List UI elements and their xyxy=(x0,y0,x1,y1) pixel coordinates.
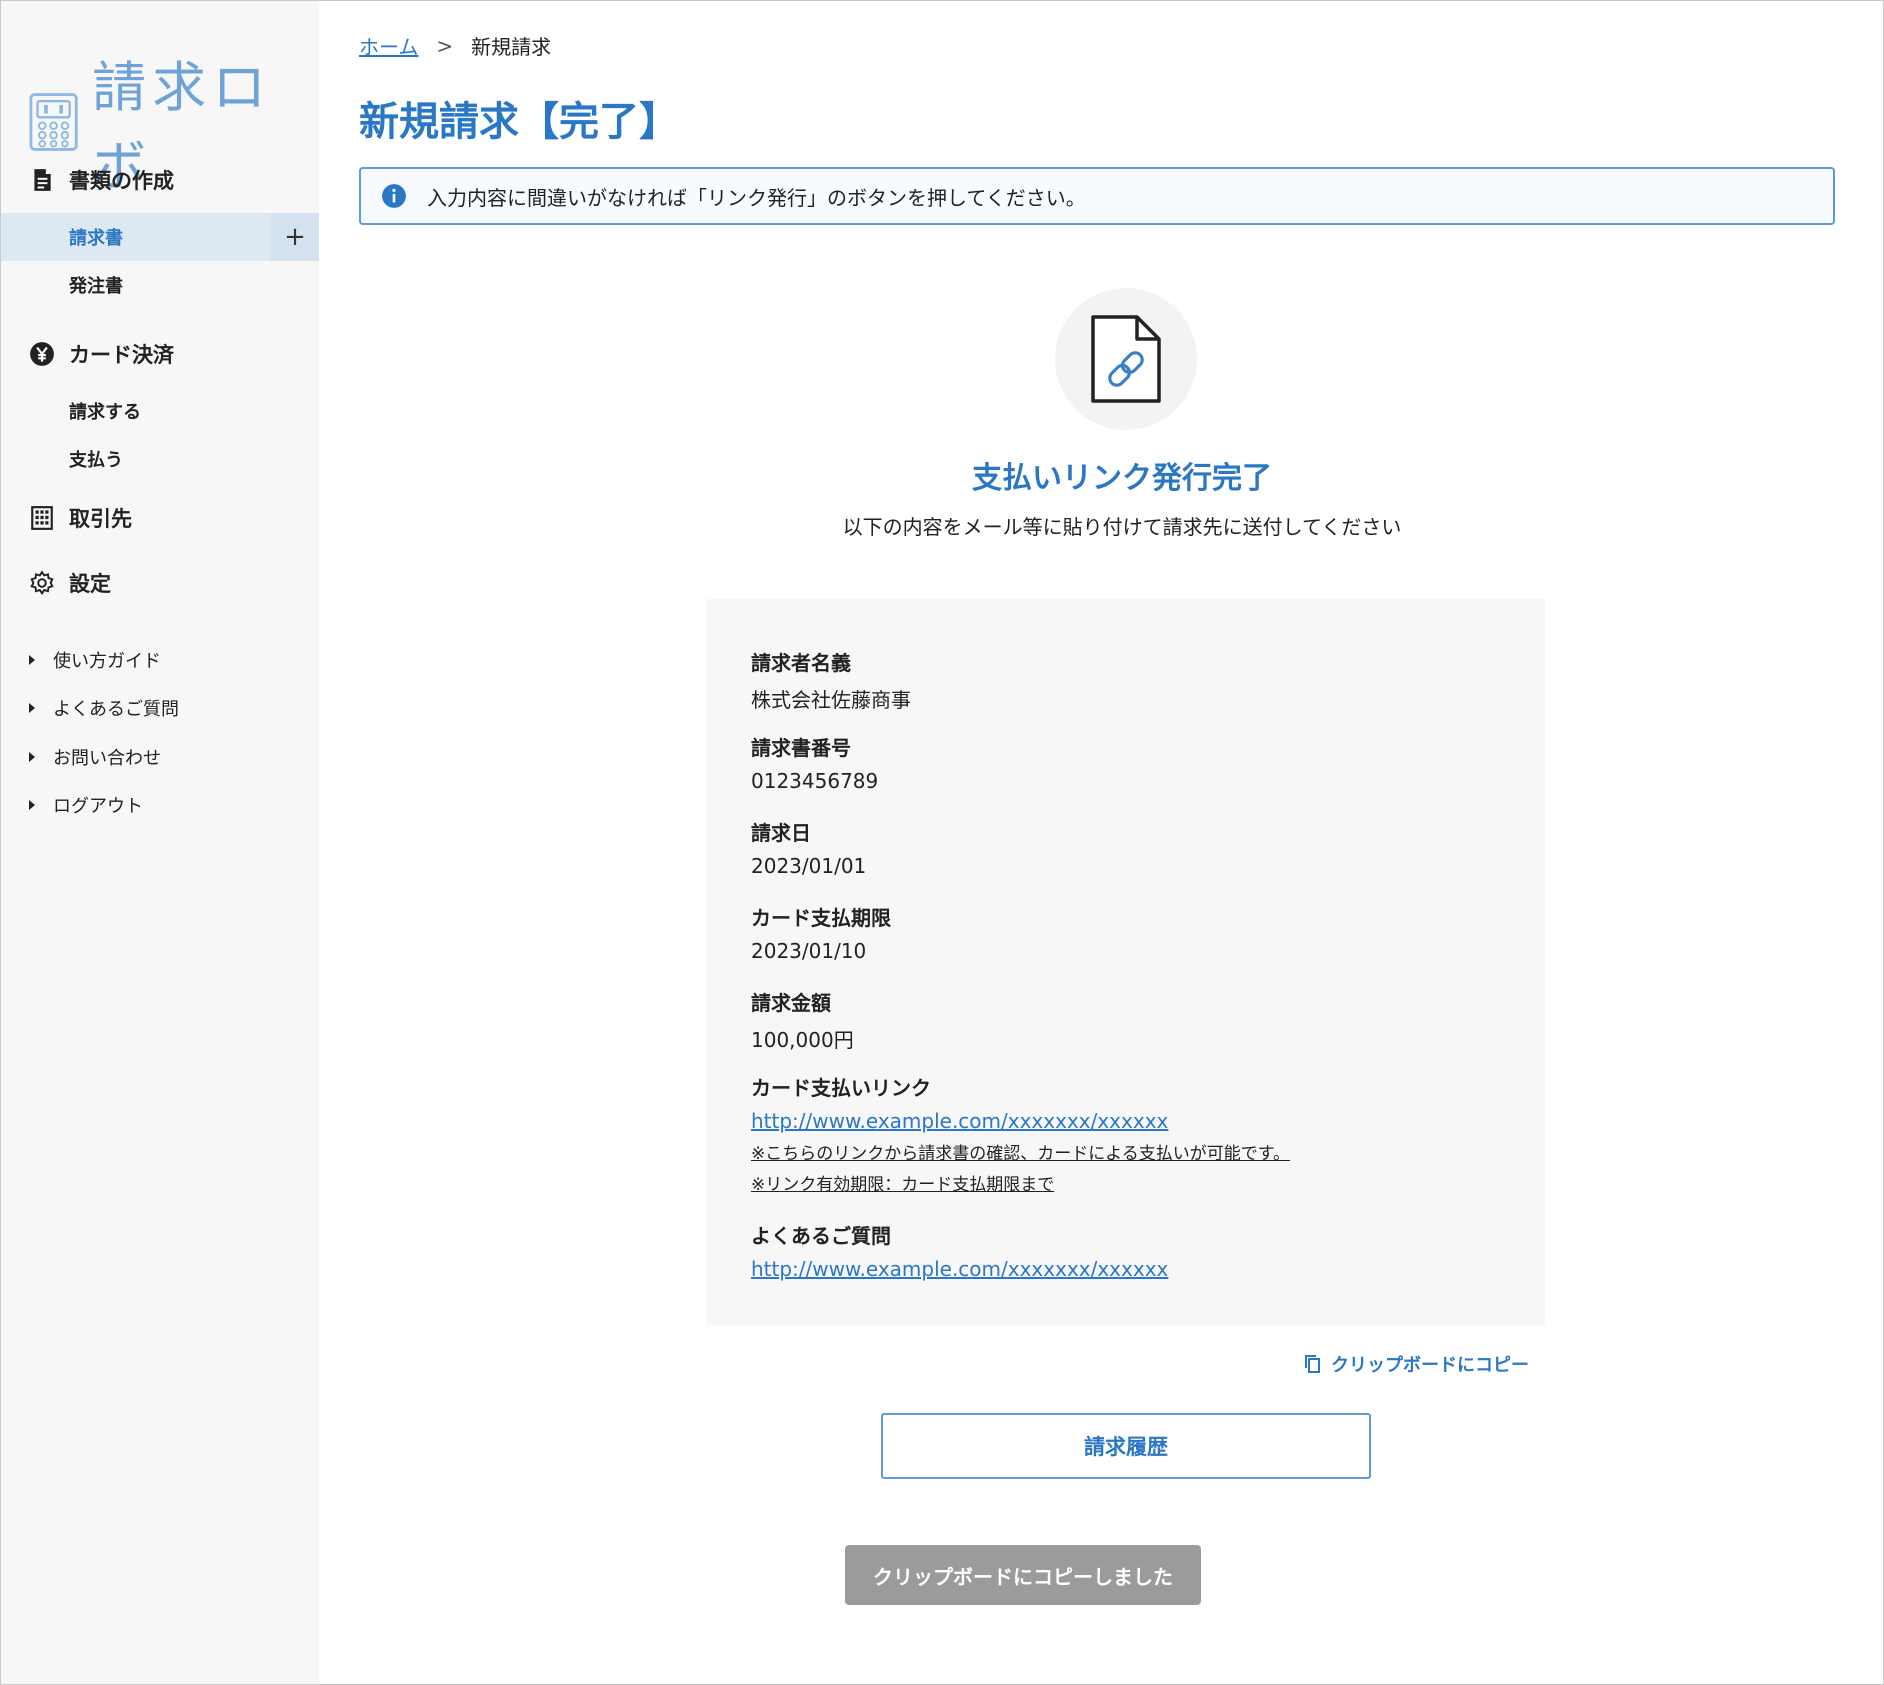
nav-section-clients[interactable]: 取引先 xyxy=(29,503,132,533)
field-label: カード支払期限 xyxy=(751,906,891,930)
breadcrumb-separator: > xyxy=(436,33,454,58)
payment-link[interactable]: http://www.example.com/xxxxxxx/xxxxxx xyxy=(751,1109,1290,1133)
field-invoice-number: 請求書番号 0123456789 xyxy=(751,732,878,793)
field-label: 請求者名義 xyxy=(751,651,851,675)
breadcrumb-current: 新規請求 xyxy=(471,35,552,59)
sidebar-link-label: よくあるご質問 xyxy=(53,699,179,720)
copy-label: クリップボードにコピー xyxy=(1331,1355,1529,1376)
document-icon xyxy=(34,169,51,191)
sidebar: 請求ロボ 書類の作成 請求書 + 発注書 カード決済 請求する 支払う 取引先 … xyxy=(1,1,319,1684)
sidebar-link-label: 使い方ガイド xyxy=(53,651,161,672)
nav-section-label: 取引先 xyxy=(69,507,132,531)
sidebar-link-label: ログアウト xyxy=(53,796,143,817)
field-faq: よくあるご質問 http://www.example.com/xxxxxxx/x… xyxy=(751,1220,1168,1281)
field-value: 2023/01/01 xyxy=(751,854,867,878)
nav-section-card-payment: カード決済 xyxy=(29,339,174,369)
alert-text: 入力内容に間違いがなければ「リンク発行」のボタンを押してください。 xyxy=(427,185,1086,210)
sidebar-item-label: 請求書 xyxy=(69,228,123,249)
breadcrumb: ホーム > 新規請求 xyxy=(359,31,551,60)
field-amount: 請求金額 100,000円 xyxy=(751,987,854,1053)
main-content: ホーム > 新規請求 新規請求【完了】 入力内容に間違いがなければ「リンク発行」… xyxy=(359,1,1883,1684)
payment-note: ※こちらのリンクから請求書の確認、カードによる支払いが可能です。 xyxy=(751,1144,1291,1164)
field-payment-link: カード支払いリンク http://www.example.com/xxxxxxx… xyxy=(751,1072,1290,1195)
copied-toast: クリップボードにコピーしました xyxy=(845,1545,1201,1605)
copy-to-clipboard-link[interactable]: クリップボードにコピー xyxy=(1303,1351,1529,1377)
field-label: カード支払いリンク xyxy=(751,1076,931,1100)
sidebar-item-invoice[interactable]: 請求書 + xyxy=(1,213,319,261)
yen-icon xyxy=(30,342,54,366)
nav-section-label: 設定 xyxy=(69,572,111,596)
field-card-due-date: カード支払期限 2023/01/10 xyxy=(751,902,891,963)
sidebar-link-logout[interactable]: ログアウト xyxy=(29,792,143,818)
building-icon xyxy=(31,506,53,530)
faq-link[interactable]: http://www.example.com/xxxxxxx/xxxxxx xyxy=(751,1257,1168,1281)
field-label: 請求日 xyxy=(751,821,811,845)
field-value: 2023/01/10 xyxy=(751,939,867,963)
nav-section-documents: 書類の作成 xyxy=(29,165,174,195)
document-link-icon xyxy=(1091,315,1161,403)
field-invoice-date: 請求日 2023/01/01 xyxy=(751,817,866,878)
sidebar-item-label: 支払う xyxy=(69,450,123,471)
caret-right-icon xyxy=(29,752,35,762)
info-alert: 入力内容に間違いがなければ「リンク発行」のボタンを押してください。 xyxy=(359,167,1835,225)
field-value: 0123456789 xyxy=(751,769,879,793)
info-icon xyxy=(382,184,406,208)
complete-icon-circle xyxy=(1055,288,1197,430)
add-invoice-button[interactable]: + xyxy=(271,213,319,261)
caret-right-icon xyxy=(29,703,35,713)
caret-right-icon xyxy=(29,655,35,665)
breadcrumb-home-link[interactable]: ホーム xyxy=(359,31,418,60)
link-expiry-note: ※リンク有効期限：カード支払期限まで xyxy=(751,1175,1055,1195)
sidebar-link-contact[interactable]: お問い合わせ xyxy=(29,744,161,770)
gear-icon xyxy=(30,570,54,596)
invoice-details-box: 請求者名義 株式会社佐藤商事 請求書番号 0123456789 請求日 2023… xyxy=(707,599,1545,1325)
sidebar-link-guide[interactable]: 使い方ガイド xyxy=(29,647,161,673)
nav-section-settings[interactable]: 設定 xyxy=(29,568,111,598)
app-window: 請求ロボ 書類の作成 請求書 + 発注書 カード決済 請求する 支払う 取引先 … xyxy=(0,0,1884,1685)
sidebar-item-label: 請求する xyxy=(69,402,141,423)
nav-section-label: カード決済 xyxy=(69,343,174,367)
field-value: 株式会社佐藤商事 xyxy=(751,688,911,712)
page-title: 新規請求【完了】 xyxy=(359,99,679,145)
sidebar-link-faq[interactable]: よくあるご質問 xyxy=(29,695,179,721)
nav-section-label: 書類の作成 xyxy=(69,169,174,193)
field-value: 100,000円 xyxy=(751,1028,854,1052)
sidebar-item-label: 発注書 xyxy=(69,276,123,297)
caret-right-icon xyxy=(29,800,35,810)
field-requester: 請求者名義 株式会社佐藤商事 xyxy=(751,647,911,713)
sidebar-item-request[interactable]: 請求する xyxy=(1,387,319,435)
sidebar-item-pay[interactable]: 支払う xyxy=(1,435,319,483)
complete-title: 支払いリンク発行完了 xyxy=(972,461,1272,496)
field-label: 請求書番号 xyxy=(751,736,851,760)
calculator-logo-icon xyxy=(29,93,78,151)
field-label: 請求金額 xyxy=(751,991,831,1015)
sidebar-item-purchase-order[interactable]: 発注書 xyxy=(1,261,319,309)
copy-icon xyxy=(1305,1355,1320,1373)
complete-subtitle: 以下の内容をメール等に貼り付けて請求先に送付してください xyxy=(842,515,1402,539)
invoice-history-button[interactable]: 請求履歴 xyxy=(881,1413,1371,1479)
sidebar-link-label: お問い合わせ xyxy=(53,748,161,769)
field-label: よくあるご質問 xyxy=(751,1224,891,1248)
